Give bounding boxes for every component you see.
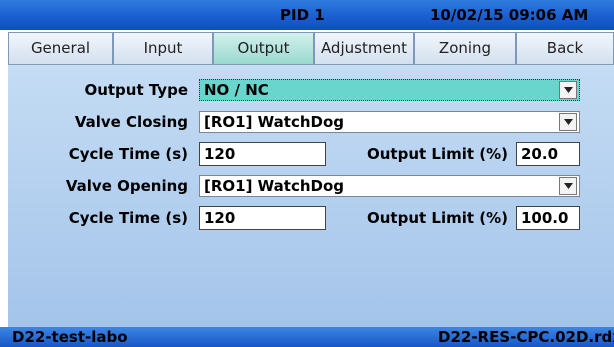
tab-output[interactable]: Output: [213, 32, 314, 65]
valve-closing-label: Valve Closing: [74, 113, 188, 131]
config-file-name: D22-RES-CPC.02D.rdx: [438, 328, 614, 346]
valve-closing-dropdown[interactable]: [RO1] WatchDog: [199, 111, 580, 133]
chevron-down-icon[interactable]: [559, 113, 577, 131]
valve-opening-dropdown[interactable]: [RO1] WatchDog: [199, 175, 580, 197]
status-bar: D22-test-labo D22-RES-CPC.02D.rdx: [0, 327, 614, 347]
device-name: D22-test-labo: [12, 328, 128, 346]
tab-zoning[interactable]: Zoning: [414, 32, 516, 65]
output-panel: Output Type NO / NC Valve Closing [RO1] …: [8, 66, 614, 327]
valve-opening-label: Valve Opening: [65, 177, 188, 195]
opening-cycle-time-input[interactable]: 120: [199, 206, 326, 230]
valve-closing-value: [RO1] WatchDog: [204, 113, 345, 131]
opening-output-limit-label: Output Limit (%): [366, 209, 508, 227]
chevron-down-icon[interactable]: [559, 177, 577, 195]
output-type-label: Output Type: [84, 81, 188, 99]
datetime: 10/02/15 09:06 AM: [430, 6, 589, 24]
valve-opening-value: [RO1] WatchDog: [204, 177, 345, 195]
opening-output-limit-input[interactable]: 100.0: [516, 206, 580, 230]
chevron-down-icon[interactable]: [559, 81, 577, 99]
closing-output-limit-input[interactable]: 20.0: [516, 142, 580, 166]
output-type-dropdown[interactable]: NO / NC: [199, 79, 580, 101]
tab-general[interactable]: General: [8, 32, 113, 65]
closing-cycle-time-input[interactable]: 120: [199, 142, 326, 166]
closing-output-limit-label: Output Limit (%): [366, 145, 508, 163]
tab-back[interactable]: Back: [516, 32, 614, 65]
output-type-value: NO / NC: [204, 81, 269, 99]
tab-adjustment[interactable]: Adjustment: [314, 32, 414, 65]
title-bar: PID 1 10/02/15 09:06 AM: [0, 0, 614, 30]
tab-row: General Input Output Adjustment Zoning B…: [8, 32, 614, 66]
page-title: PID 1: [280, 6, 325, 24]
tab-input[interactable]: Input: [113, 32, 213, 65]
opening-cycle-time-label: Cycle Time (s): [68, 209, 188, 227]
closing-cycle-time-label: Cycle Time (s): [68, 145, 188, 163]
